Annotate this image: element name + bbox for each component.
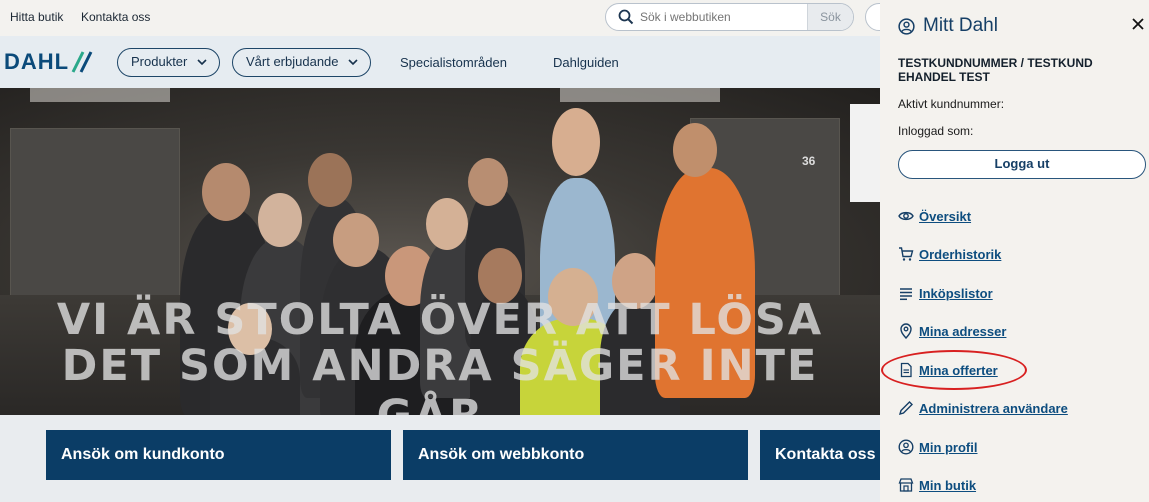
ceiling-light bbox=[30, 88, 170, 102]
menu-item-label: Administrera användare bbox=[919, 400, 1068, 416]
user-circle-icon bbox=[898, 439, 914, 455]
chevron-down-icon bbox=[348, 59, 358, 66]
menu-item-label: Min profil bbox=[919, 439, 978, 455]
search-icon bbox=[618, 9, 634, 25]
search-button[interactable]: Sök bbox=[807, 4, 853, 30]
user-circle-icon bbox=[898, 17, 915, 35]
person-head bbox=[333, 213, 379, 267]
offer-menu-button[interactable]: Vårt erbjudande bbox=[232, 48, 371, 77]
contact-link[interactable]: Kontakta oss bbox=[81, 10, 150, 24]
person-head bbox=[468, 158, 508, 206]
list-icon bbox=[900, 288, 912, 301]
apply-customer-account-button[interactable]: Ansök om kundkonto bbox=[46, 430, 391, 480]
menu-item-label: Inköpslistor bbox=[919, 285, 993, 301]
panel-title-text: Mitt Dahl bbox=[923, 15, 998, 36]
cta-area: Ansök om kundkonto Ansök om webbkonto Ko… bbox=[0, 415, 880, 502]
main-nav: DAHL Produkter Vårt erbjudande Specialis… bbox=[0, 36, 880, 88]
highlight-annotation bbox=[881, 350, 1027, 390]
menu-item-profile[interactable]: Min profil bbox=[898, 437, 978, 457]
customer-name: TESTKUNDNUMMER / TESTKUND EHANDEL TEST bbox=[898, 56, 1093, 84]
logged-in-as-label: Inloggad som: bbox=[898, 124, 974, 138]
panel-title: Mitt Dahl bbox=[898, 15, 998, 37]
offer-label: Vårt erbjudande bbox=[246, 54, 339, 69]
active-customer-number-label: Aktivt kundnummer: bbox=[898, 97, 1005, 111]
pencil-icon bbox=[898, 401, 913, 416]
guide-link[interactable]: Dahlguiden bbox=[553, 55, 619, 70]
hero-banner: 36 VI ÄR STOLTA ÖVER ATT LÖSA DET SOM AN… bbox=[0, 88, 880, 415]
cart-icon bbox=[899, 247, 914, 261]
store-icon bbox=[898, 478, 914, 492]
find-store-link[interactable]: Hitta butik bbox=[10, 10, 63, 24]
menu-item-label: Orderhistorik bbox=[919, 246, 1002, 262]
logo-slashes-icon bbox=[71, 51, 93, 73]
hero-headline-line-2: DET SOM ANDRA SÄGER INTE GÅR. bbox=[61, 341, 819, 415]
menu-item-label: Översikt bbox=[919, 208, 972, 224]
person-head bbox=[552, 108, 600, 176]
ceiling-light bbox=[560, 88, 720, 102]
menu-item-order-history[interactable]: Orderhistorik bbox=[898, 244, 1001, 264]
menu-item-manage-users[interactable]: Administrera användare bbox=[898, 398, 1068, 418]
person-head bbox=[673, 123, 717, 177]
person-head bbox=[426, 198, 468, 250]
hero-headline-line-1: VI ÄR STOLTA ÖVER ATT LÖSA bbox=[56, 295, 824, 345]
person-head bbox=[308, 153, 352, 207]
person-head bbox=[202, 163, 250, 221]
menu-item-overview[interactable]: Översikt bbox=[898, 206, 971, 226]
mitt-dahl-panel: Mitt Dahl TESTKUNDNUMMER / TESTKUND EHAN… bbox=[880, 0, 1149, 502]
search-box: Sök bbox=[605, 3, 854, 31]
specialist-link[interactable]: Specialistområden bbox=[400, 55, 507, 70]
dahl-logo[interactable]: DAHL bbox=[4, 49, 95, 74]
location-pin-icon bbox=[900, 323, 912, 339]
person-head bbox=[258, 193, 302, 247]
logout-button[interactable]: Logga ut bbox=[898, 150, 1146, 179]
menu-item-store[interactable]: Min butik bbox=[898, 475, 976, 495]
contact-us-button[interactable]: Kontakta oss bbox=[760, 430, 880, 480]
products-label: Produkter bbox=[131, 54, 188, 69]
close-icon[interactable] bbox=[1132, 18, 1144, 30]
logo-wordmark: DAHL bbox=[4, 49, 70, 74]
menu-item-purchase-lists[interactable]: Inköpslistor bbox=[898, 283, 993, 303]
shelf-number: 36 bbox=[802, 154, 816, 168]
eye-icon bbox=[898, 211, 914, 221]
wall-sign bbox=[850, 104, 880, 202]
products-menu-button[interactable]: Produkter bbox=[117, 48, 220, 77]
apply-web-account-button[interactable]: Ansök om webbkonto bbox=[403, 430, 748, 480]
chevron-down-icon bbox=[197, 59, 207, 66]
menu-item-addresses[interactable]: Mina adresser bbox=[898, 321, 1006, 341]
search-input[interactable] bbox=[640, 8, 805, 26]
utility-bar: Hitta butik Kontakta oss Sök bbox=[0, 0, 905, 36]
menu-item-label: Min butik bbox=[919, 477, 977, 493]
menu-item-label: Mina adresser bbox=[919, 323, 1007, 339]
